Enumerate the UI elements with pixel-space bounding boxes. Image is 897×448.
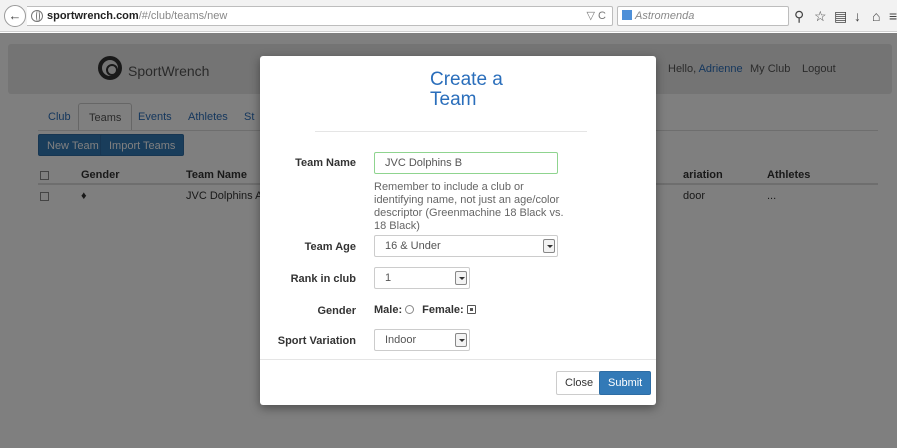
team-name-label: Team Name [295, 157, 356, 169]
sport-variation-value: Indoor [385, 334, 417, 346]
modal-header-divider [315, 131, 587, 132]
search-icon[interactable]: ⚲ [794, 7, 804, 25]
close-button[interactable]: Close [556, 371, 603, 395]
rank-select[interactable]: 1 [374, 267, 470, 289]
create-team-modal: Create a Team Team Name JVC Dolphins B R… [260, 56, 656, 405]
rank-label: Rank in club [290, 273, 356, 285]
male-radio[interactable] [405, 305, 415, 314]
gender-label: Gender [317, 305, 356, 317]
download-icon[interactable]: ↓ [854, 7, 861, 25]
reload-icon[interactable]: ▽ C [587, 9, 606, 22]
team-name-input[interactable]: JVC Dolphins B [374, 152, 558, 174]
sport-variation-label: Sport Variation [277, 335, 356, 347]
chevron-down-icon [455, 333, 467, 347]
rank-value: 1 [385, 272, 392, 284]
search-bar[interactable]: Astromenda [617, 6, 789, 26]
modal-footer-divider [260, 359, 656, 360]
back-arrow-icon[interactable]: ← [4, 5, 26, 27]
browser-toolbar: ← sportwrench.com/#/club/teams/new ▽ C A… [0, 0, 897, 32]
address-bar[interactable]: sportwrench.com/#/club/teams/new ▽ C [27, 6, 613, 26]
url-text: sportwrench.com/#/club/teams/new [47, 10, 228, 22]
menu-icon[interactable]: ≡ [889, 7, 897, 25]
modal-title: Create a Team [430, 69, 503, 110]
team-name-help: Remember to include a club or identifyin… [374, 181, 564, 232]
gender-radio-group: Male: Female: [374, 304, 484, 316]
male-label: Male: [374, 304, 403, 316]
chevron-down-icon [543, 239, 555, 253]
female-radio[interactable] [466, 305, 476, 314]
chevron-down-icon [455, 271, 467, 285]
bookmarks-list-icon[interactable]: ▤ [834, 7, 847, 25]
search-engine-icon [622, 10, 632, 20]
submit-button[interactable]: Submit [599, 371, 652, 395]
team-age-value: 16 & Under [385, 240, 441, 252]
globe-icon [31, 10, 43, 22]
female-label: Female: [422, 304, 464, 316]
sport-variation-select[interactable]: Indoor [374, 329, 470, 351]
bookmark-star-icon[interactable]: ☆ [814, 7, 827, 25]
team-age-select[interactable]: 16 & Under [374, 235, 558, 257]
home-icon[interactable]: ⌂ [872, 7, 880, 25]
team-age-label: Team Age [304, 241, 356, 253]
